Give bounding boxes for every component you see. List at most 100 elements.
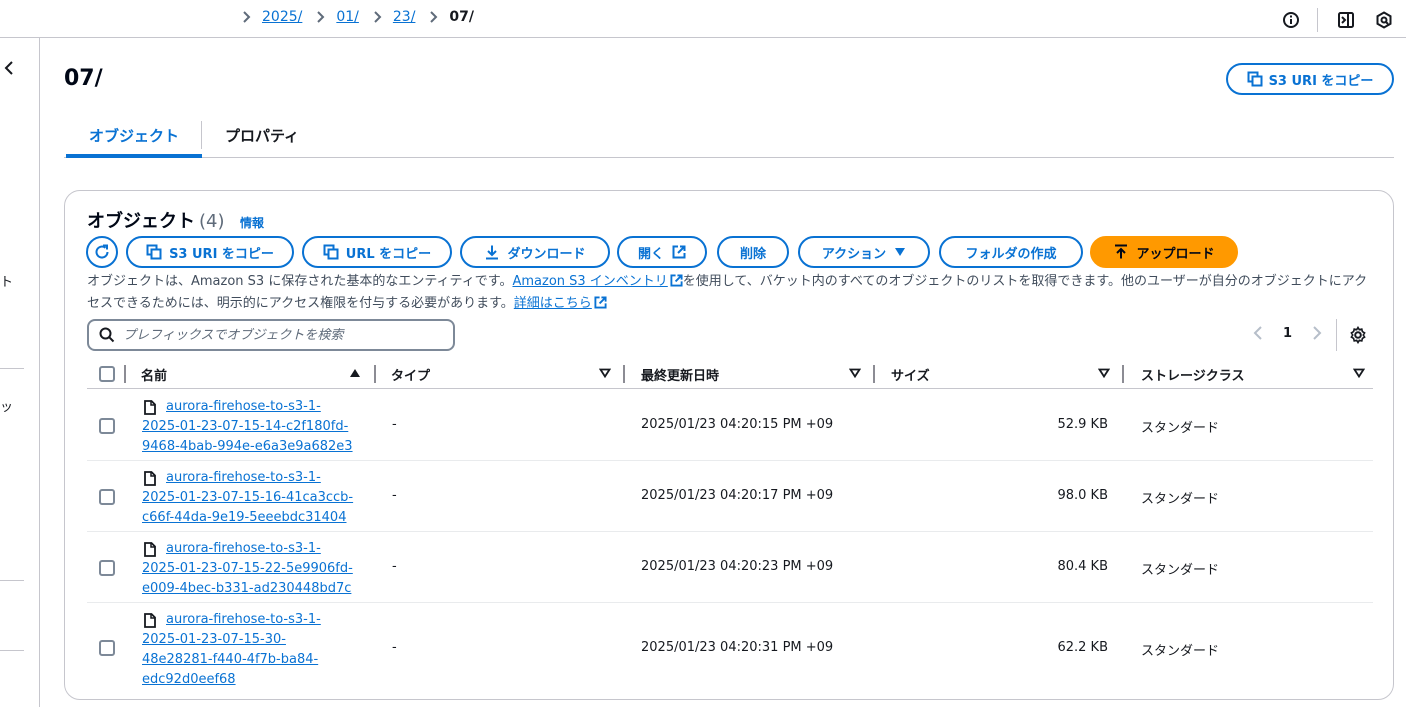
copy-url-button[interactable]: URL をコピー bbox=[302, 236, 452, 268]
size-cell: 52.9 KB bbox=[1057, 417, 1108, 432]
info-link[interactable]: 情報 bbox=[240, 214, 264, 231]
search-input[interactable] bbox=[123, 327, 443, 343]
object-link-line[interactable]: 48e28281-f440-4f7b-ba84- bbox=[142, 652, 318, 667]
object-link-line[interactable]: aurora-firehose-to-s3-1- bbox=[166, 612, 321, 627]
breadcrumb-current: 07/ bbox=[449, 9, 475, 25]
file-icon bbox=[144, 471, 156, 493]
column-header-storage-class[interactable]: ストレージクラス bbox=[1141, 365, 1244, 384]
breadcrumb: 2025/ 01/ 23/ 07/ bbox=[240, 9, 474, 25]
tab-objects[interactable]: オブジェクト bbox=[66, 118, 202, 158]
row-checkbox[interactable] bbox=[99, 560, 115, 576]
divider bbox=[0, 650, 24, 651]
chevron-left-icon[interactable] bbox=[1253, 325, 1263, 341]
upload-button[interactable]: アップロード bbox=[1090, 236, 1238, 268]
info-icon[interactable] bbox=[1281, 10, 1301, 30]
open-button[interactable]: 開く bbox=[617, 236, 707, 268]
sort-desc-icon[interactable] bbox=[598, 367, 612, 382]
external-link-icon bbox=[670, 274, 683, 294]
tab-bar: オブジェクト プロパティ bbox=[64, 118, 1394, 158]
breadcrumb-item-2025[interactable]: 2025/ bbox=[262, 9, 302, 25]
copy-icon bbox=[1247, 71, 1263, 87]
last-modified-cell: 2025/01/23 04:20:17 PM +09 bbox=[641, 488, 834, 503]
nav-fragment[interactable]: ッ bbox=[0, 396, 13, 415]
download-button[interactable]: ダウンロード bbox=[460, 236, 610, 268]
object-link-line[interactable]: edc92d0eef68 bbox=[142, 672, 236, 687]
feedback-icon[interactable] bbox=[1374, 10, 1394, 30]
sort-desc-icon[interactable] bbox=[1097, 367, 1111, 382]
object-link-line[interactable]: aurora-firehose-to-s3-1- bbox=[166, 399, 321, 414]
column-header-last-modified[interactable]: 最終更新日時 bbox=[641, 365, 719, 384]
divider bbox=[0, 368, 24, 369]
copy-s3-uri-button[interactable]: S3 URI をコピー bbox=[126, 236, 294, 268]
create-folder-button[interactable]: フォルダの作成 bbox=[939, 236, 1083, 268]
object-link-line[interactable]: 2025-01-23-07-15-14-c2f180fd- bbox=[142, 419, 348, 434]
column-divider bbox=[1122, 365, 1124, 383]
actions-label: アクション bbox=[821, 246, 887, 262]
table-header: 名前 タイプ 最終更新日時 サイズ ストレージクラス bbox=[87, 361, 1373, 389]
file-icon bbox=[144, 400, 156, 422]
type-cell: - bbox=[392, 488, 397, 503]
object-link-line[interactable]: 2025-01-23-07-15-22-5e9906fd- bbox=[142, 561, 353, 576]
left-navigation-rail: ト ッ bbox=[0, 38, 40, 707]
table-row: aurora-firehose-to-s3-1- 2025-01-23-07-1… bbox=[87, 461, 1373, 532]
tab-properties[interactable]: プロパティ bbox=[214, 118, 310, 158]
chevron-right-icon bbox=[371, 10, 385, 24]
external-link-icon bbox=[594, 296, 607, 316]
object-link-line[interactable]: aurora-firehose-to-s3-1- bbox=[166, 541, 321, 556]
object-name: aurora-firehose-to-s3-1- 2025-01-23-07-1… bbox=[142, 610, 382, 690]
upload-label: アップロード bbox=[1136, 246, 1215, 262]
object-link-line[interactable]: c66f-44da-9e19-5eeebdc31404 bbox=[142, 510, 346, 525]
divider bbox=[1317, 8, 1318, 32]
refresh-button[interactable] bbox=[86, 236, 118, 268]
actions-dropdown[interactable]: アクション bbox=[798, 236, 930, 268]
storage-class-cell: スタンダード bbox=[1141, 492, 1220, 507]
objects-panel: オブジェクト (4) 情報 S3 URI をコピー URL をコピー ダウンロード… bbox=[64, 190, 1394, 700]
object-link-line[interactable]: 2025-01-23-07-15-30- bbox=[142, 632, 286, 647]
sort-desc-icon[interactable] bbox=[1352, 367, 1366, 382]
sort-asc-icon[interactable] bbox=[349, 367, 361, 382]
page-number[interactable]: 1 bbox=[1283, 326, 1292, 341]
column-header-name[interactable]: 名前 bbox=[141, 365, 167, 384]
table-row: aurora-firehose-to-s3-1- 2025-01-23-07-1… bbox=[87, 390, 1373, 461]
delete-button[interactable]: 削除 bbox=[717, 236, 789, 268]
gear-icon[interactable] bbox=[1349, 325, 1367, 348]
select-all-checkbox[interactable] bbox=[99, 366, 115, 382]
chevron-right-icon bbox=[240, 10, 254, 24]
object-link-line[interactable]: e009-4bec-b331-ad230448bd7c bbox=[142, 581, 351, 596]
chevron-right-icon bbox=[314, 10, 328, 24]
breadcrumb-item-01[interactable]: 01/ bbox=[336, 9, 359, 25]
copy-s3-uri-label: S3 URI をコピー bbox=[169, 246, 274, 262]
size-cell: 98.0 KB bbox=[1057, 488, 1108, 503]
chevron-left-icon[interactable] bbox=[2, 60, 16, 80]
create-folder-label: フォルダの作成 bbox=[965, 246, 1057, 262]
download-icon bbox=[484, 244, 500, 260]
object-link-line[interactable]: 2025-01-23-07-15-16-41ca3ccb- bbox=[142, 490, 353, 505]
learn-more-link[interactable]: 詳細はこちら bbox=[514, 296, 592, 311]
breadcrumb-item-23[interactable]: 23/ bbox=[393, 9, 416, 25]
file-icon bbox=[144, 542, 156, 564]
row-checkbox[interactable] bbox=[99, 489, 115, 505]
object-name: aurora-firehose-to-s3-1- 2025-01-23-07-1… bbox=[142, 539, 382, 599]
panel-icon[interactable] bbox=[1336, 10, 1356, 30]
copy-url-label: URL をコピー bbox=[345, 246, 432, 262]
object-link-line[interactable]: aurora-firehose-to-s3-1- bbox=[166, 470, 321, 485]
chevron-right-icon[interactable] bbox=[1312, 325, 1322, 341]
row-checkbox[interactable] bbox=[99, 418, 115, 434]
inventory-link[interactable]: Amazon S3 インベントリ bbox=[512, 274, 667, 289]
copy-s3-uri-header-button[interactable]: S3 URI をコピー bbox=[1226, 63, 1394, 95]
last-modified-cell: 2025/01/23 04:20:31 PM +09 bbox=[641, 640, 834, 655]
column-header-type[interactable]: タイプ bbox=[391, 365, 430, 384]
description-text: オブジェクトは、Amazon S3 に保存された基本的なエンティティです。 bbox=[87, 274, 513, 289]
object-link-line[interactable]: 9468-4bab-994e-e6a3e9a682e3 bbox=[142, 439, 353, 454]
chevron-right-icon bbox=[427, 10, 441, 24]
nav-fragment[interactable]: ト bbox=[0, 271, 13, 290]
upload-icon bbox=[1113, 244, 1129, 260]
table-row: aurora-firehose-to-s3-1- 2025-01-23-07-1… bbox=[87, 532, 1373, 603]
objects-heading: オブジェクト (4) bbox=[87, 207, 225, 233]
column-header-size[interactable]: サイズ bbox=[891, 365, 930, 384]
sort-desc-icon[interactable] bbox=[848, 367, 862, 382]
row-checkbox[interactable] bbox=[99, 640, 115, 656]
type-cell: - bbox=[392, 640, 397, 655]
divider bbox=[1336, 319, 1337, 351]
last-modified-cell: 2025/01/23 04:20:15 PM +09 bbox=[641, 417, 834, 432]
